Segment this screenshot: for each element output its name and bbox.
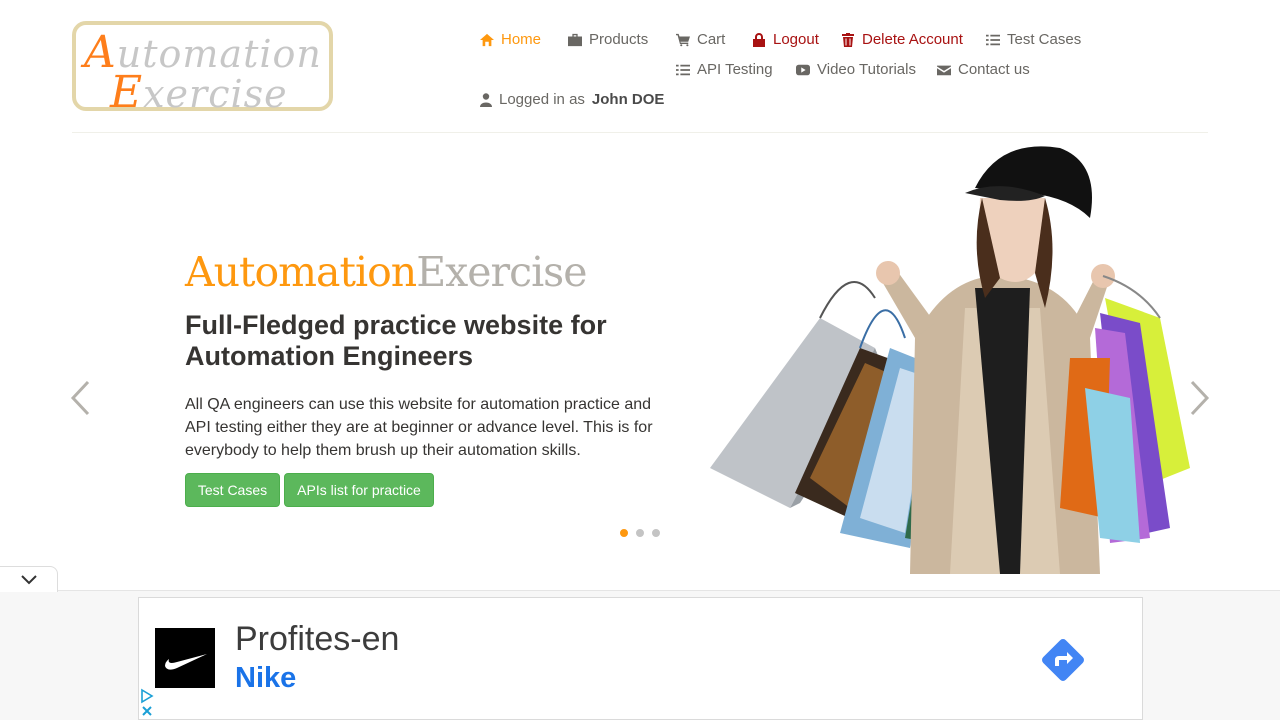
ad-title: Profites-en: [235, 620, 400, 658]
carousel-indicators: [619, 528, 661, 538]
logged-in-username: John DOE: [591, 91, 665, 108]
directions-icon[interactable]: [1039, 636, 1087, 684]
nav-video-tutorials-label: Video Tutorials: [817, 61, 916, 78]
nike-logo: [155, 628, 215, 688]
nav-api-testing[interactable]: API Testing: [676, 61, 773, 78]
test-cases-button[interactable]: Test Cases: [185, 473, 280, 507]
nav-logout-label: Logout: [773, 31, 819, 48]
slider-headline: Full-Fledged practice website for Automa…: [185, 310, 607, 371]
chevron-down-icon: [20, 574, 37, 584]
nike-swoosh-icon: [165, 654, 207, 670]
logged-in-prefix: Logged in as: [499, 91, 585, 108]
nav-delete-account-label: Delete Account: [862, 31, 963, 48]
nav-test-cases[interactable]: Test Cases: [986, 31, 1081, 48]
nav-cart[interactable]: Cart: [676, 31, 725, 48]
header-divider: [72, 132, 1208, 133]
carousel-dot-2[interactable]: [635, 528, 645, 538]
ad-collapse-toggle[interactable]: [0, 566, 58, 592]
slider-description: All QA engineers can use this website fo…: [185, 396, 653, 459]
lock-icon: [753, 32, 765, 47]
home-icon: [480, 33, 494, 46]
nav-api-testing-label: API Testing: [697, 61, 773, 78]
logo-line-2: Exercise: [110, 67, 288, 118]
carousel-dot-3[interactable]: [651, 528, 661, 538]
nav-products-label: Products: [589, 31, 649, 48]
nav-contact-us[interactable]: Contact us: [937, 61, 1030, 78]
nav-home-label: Home: [501, 31, 542, 48]
trash-icon: [842, 32, 854, 47]
brand-automation: Automation: [185, 248, 417, 296]
list-icon: [676, 64, 690, 75]
products-icon: [568, 33, 582, 46]
apis-list-button[interactable]: APIs list for practice: [284, 473, 434, 507]
user-icon: [480, 92, 492, 107]
nav-video-tutorials[interactable]: Video Tutorials: [796, 61, 916, 78]
nav-logout[interactable]: Logout: [752, 31, 819, 48]
logged-in-status: Logged in as John DOE: [480, 91, 664, 108]
adchoices-icon[interactable]: [140, 688, 154, 720]
nav-products[interactable]: Products: [568, 31, 648, 48]
nav-cart-label: Cart: [697, 31, 726, 48]
site-logo[interactable]: Automation Exercise: [72, 21, 333, 118]
carousel-dot-1[interactable]: [619, 528, 629, 538]
nav-contact-us-label: Contact us: [958, 61, 1030, 78]
slider-brand-title: AutomationExercise: [185, 248, 587, 296]
hero-shopping-girl-image: [710, 146, 1190, 574]
chevron-left-icon: [70, 380, 90, 416]
brand-exercise: Exercise: [416, 248, 587, 296]
cart-icon: [676, 33, 690, 46]
nav-delete-account[interactable]: Delete Account: [841, 31, 963, 48]
youtube-play-icon: [796, 64, 810, 75]
ad-advertiser: Nike: [235, 662, 297, 694]
list-icon: [986, 34, 1000, 45]
nav-test-cases-label: Test Cases: [1007, 31, 1082, 48]
advertisement-banner[interactable]: Profites-en Nike: [138, 597, 1143, 720]
carousel-prev-button[interactable]: [68, 380, 94, 416]
envelope-icon: [937, 65, 951, 75]
nav-home[interactable]: Home: [480, 31, 541, 48]
